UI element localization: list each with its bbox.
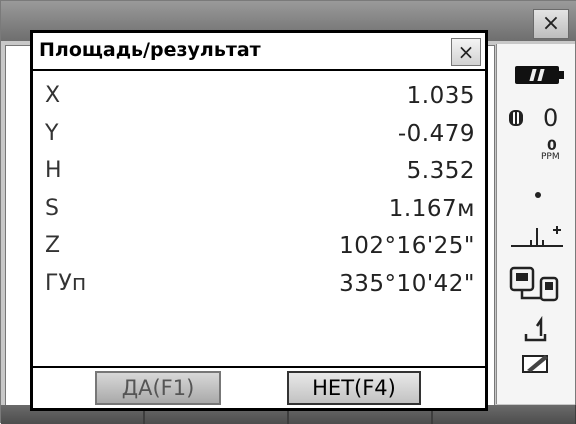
result-row-z: Z 102°16'25" [37, 229, 477, 267]
result-value: 1.167м [388, 195, 475, 222]
area-result-dialog: Площадь/результат × X 1.035 Y -0.479 H 5… [30, 30, 488, 411]
result-label: ГУп [45, 270, 87, 296]
recording-icon [524, 315, 547, 342]
dialog-button-bar: ДА(F1) НЕТ(F4) [33, 368, 485, 408]
battery-bar [537, 69, 545, 81]
prism-icon [509, 110, 523, 126]
laser-dot-icon [535, 192, 541, 198]
dialog-title: Площадь/результат [39, 39, 261, 61]
tilt-compensation-icon [511, 226, 563, 247]
battery-bar [529, 69, 537, 81]
result-row-y: Y -0.479 [37, 117, 477, 155]
edit-icon [522, 355, 548, 373]
result-value: 1.035 [406, 83, 475, 109]
result-row-s: S 1.167м [37, 192, 477, 230]
no-button[interactable]: НЕТ(F4) [287, 371, 421, 405]
result-value: -0.479 [397, 120, 475, 147]
ppm-label: PPM [541, 152, 560, 162]
result-value: 335°10'42" [339, 270, 475, 297]
result-label: Y [45, 120, 59, 146]
result-row-x: X 1.035 [37, 79, 477, 117]
dialog-titlebar: Площадь/результат × [33, 33, 485, 71]
result-label: H [45, 158, 62, 183]
results-list: X 1.035 Y -0.479 H 5.352 S 1.167м Z 102°… [37, 79, 477, 304]
result-label: Z [45, 233, 61, 258]
result-row-h: H 5.352 [37, 154, 477, 192]
battery-icon [515, 66, 564, 84]
result-row-hangle: ГУп 335°10'42" [37, 267, 477, 305]
result-value: 5.352 [406, 158, 475, 184]
interface-icon [509, 266, 559, 302]
dialog-close-button[interactable]: × [451, 38, 481, 66]
result-value: 102°16'25" [339, 233, 475, 259]
yes-button[interactable]: ДА(F1) [95, 371, 221, 405]
prism-constant-value: 0 [543, 104, 559, 132]
result-label: S [45, 195, 59, 221]
status-panel: 0 0 PPM [496, 44, 575, 404]
background-close-button[interactable]: × [533, 9, 569, 39]
result-label: X [45, 83, 61, 108]
